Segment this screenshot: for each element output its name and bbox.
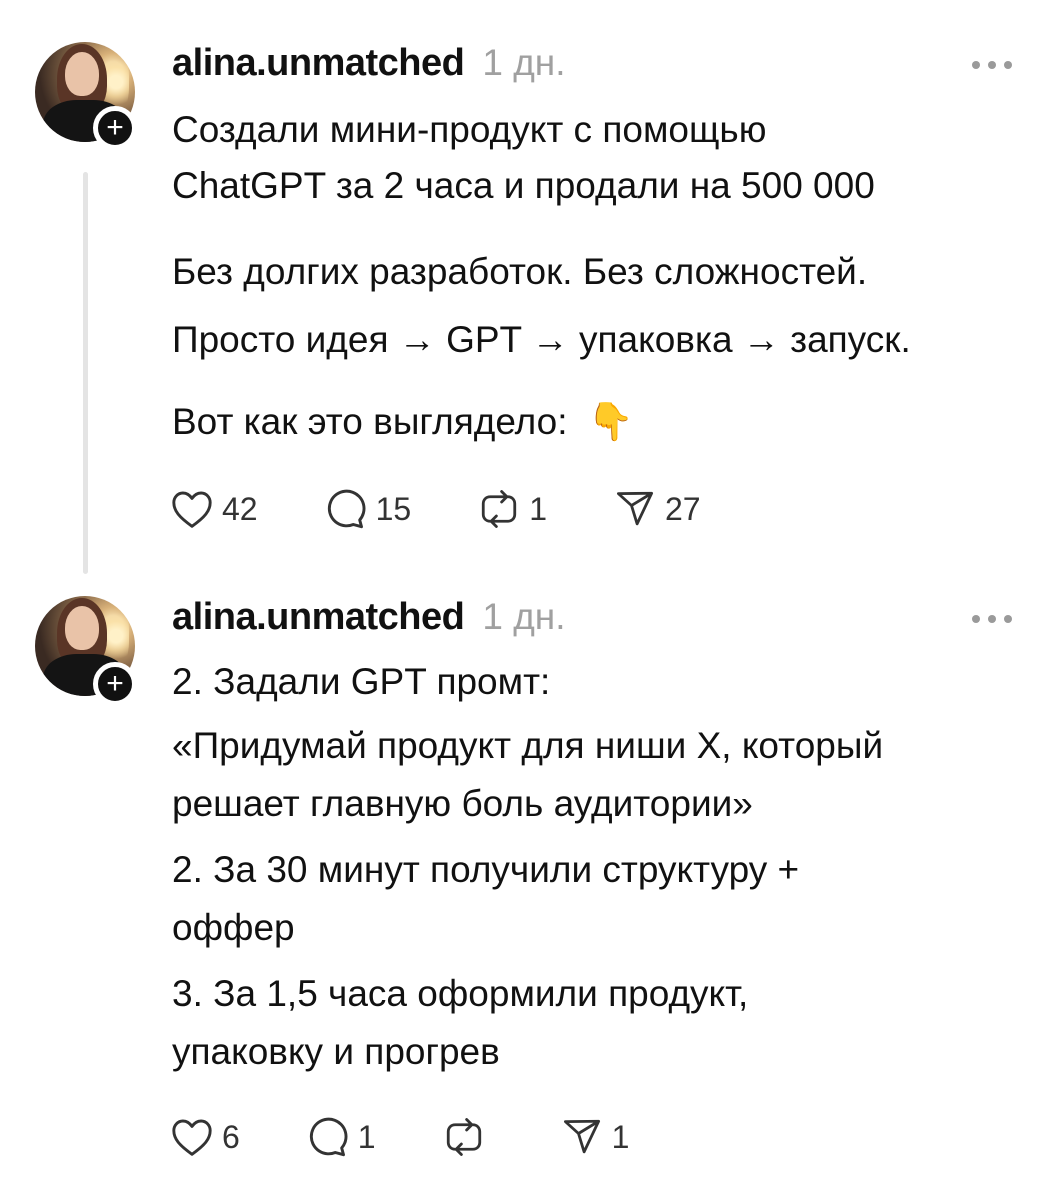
follow-plus-icon[interactable]: +	[93, 662, 137, 706]
comment-button[interactable]: 15	[324, 488, 412, 530]
heart-icon	[172, 491, 212, 528]
share-count: 27	[664, 490, 701, 527]
post-actions: 42 15 1 27	[170, 488, 701, 530]
post-header: alina.unmatched 1 дн.	[172, 596, 566, 639]
send-icon	[563, 1119, 600, 1154]
heart-icon	[172, 1119, 212, 1156]
repost-count: 1	[529, 490, 547, 527]
post-text-line: Вот как это выглядело: 👇	[172, 400, 634, 444]
comment-bubble-icon	[309, 1117, 348, 1157]
post-text-line: оффер	[172, 907, 295, 948]
username[interactable]: alina.unmatched	[172, 596, 465, 639]
more-dots-icon[interactable]	[972, 58, 1012, 72]
post-text-line: 3. За 1,5 часа оформили продукт,	[172, 973, 749, 1014]
post-text-line: Создали мини-продукт с помощью	[172, 109, 767, 150]
like-button[interactable]: 42	[170, 489, 258, 529]
thread-connector-line	[83, 172, 88, 574]
post-text-line: решает главную боль аудитории»	[172, 783, 753, 824]
pointing-down-emoji: 👇	[587, 401, 634, 442]
post-text-line: Просто идея → GPT → упаковка → запуск.	[172, 319, 911, 360]
username[interactable]: alina.unmatched	[172, 42, 465, 85]
comment-button[interactable]: 1	[306, 1116, 376, 1158]
repost-icon	[446, 1118, 481, 1156]
share-button[interactable]: 27	[613, 488, 701, 530]
post-text-line: Без долгих разработок. Без сложностей.	[172, 251, 868, 292]
post-text: Вот как это выглядело:	[172, 401, 568, 442]
post-text-line: «Придумай продукт для ниши Х, который	[172, 725, 884, 766]
follow-plus-icon[interactable]: +	[93, 106, 137, 150]
share-button[interactable]: 1	[560, 1116, 630, 1158]
post-text-line: ChatGPT за 2 часа и продали на 500 000	[172, 165, 875, 206]
comment-count: 1	[357, 1118, 376, 1155]
like-button[interactable]: 6	[170, 1117, 240, 1157]
post-header: alina.unmatched 1 дн.	[172, 42, 566, 85]
comment-count: 15	[375, 490, 412, 527]
post-text-line: 2. Задали GPT промт:	[172, 661, 551, 702]
like-count: 42	[222, 490, 258, 527]
post-time: 1 дн.	[482, 42, 566, 83]
more-dots-icon[interactable]	[972, 612, 1012, 626]
post-text-line: 2. За 30 минут получили структуру +	[172, 849, 800, 890]
send-icon	[616, 491, 654, 526]
post-text-line: упаковку и прогрев	[172, 1031, 500, 1072]
post-time: 1 дн.	[482, 596, 566, 637]
like-count: 6	[222, 1118, 240, 1155]
post-actions: 6 1 1	[170, 1116, 629, 1158]
repost-icon	[482, 490, 517, 528]
share-count: 1	[611, 1118, 630, 1155]
repost-button[interactable]	[442, 1116, 494, 1158]
comment-bubble-icon	[327, 489, 366, 529]
repost-button[interactable]: 1	[477, 488, 547, 530]
